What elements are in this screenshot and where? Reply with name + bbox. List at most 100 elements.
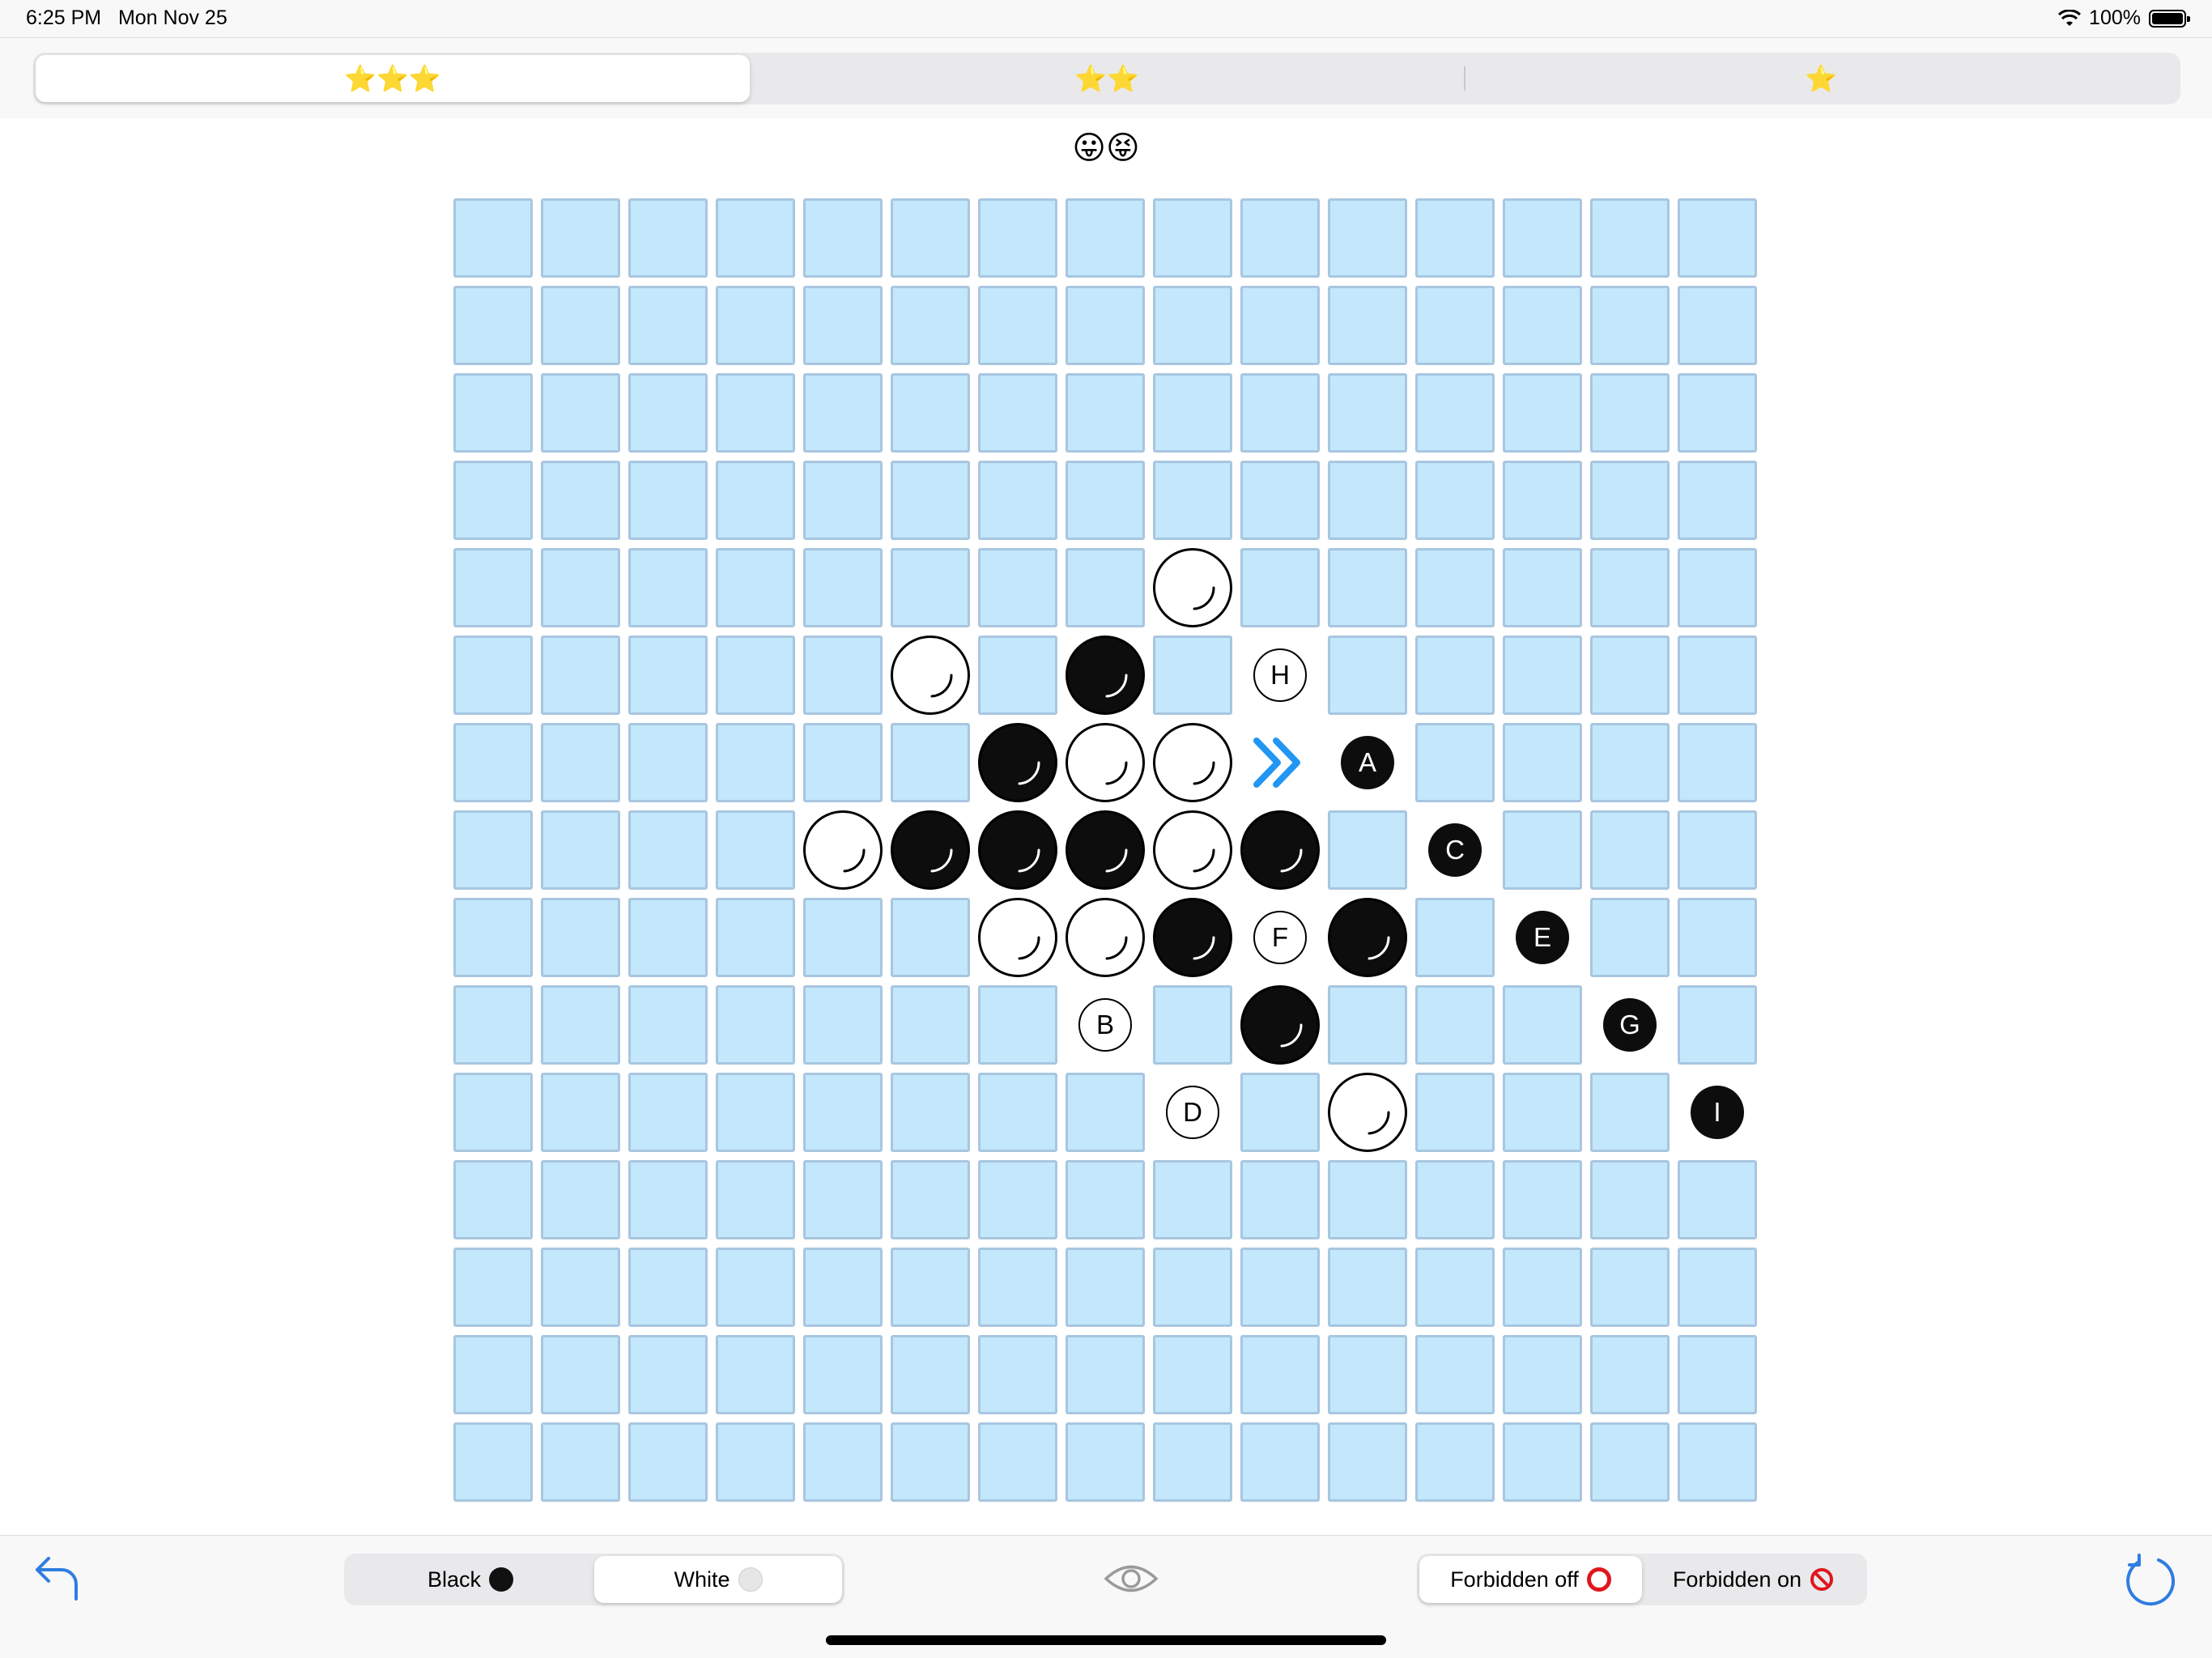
board-cell[interactable]: [1153, 1248, 1232, 1327]
board-cell[interactable]: [1415, 723, 1495, 802]
board-cell[interactable]: [716, 898, 795, 977]
board-cell[interactable]: [716, 985, 795, 1065]
board-cell[interactable]: [1590, 373, 1670, 453]
board-cell[interactable]: [628, 1335, 708, 1414]
board-cell[interactable]: [628, 548, 708, 627]
board-cell[interactable]: [978, 286, 1057, 365]
board-cell[interactable]: [1415, 1422, 1495, 1502]
board-cell[interactable]: [891, 1422, 970, 1502]
redo-icon[interactable]: [2121, 1552, 2180, 1610]
board-cell[interactable]: [628, 636, 708, 715]
move-hint-c[interactable]: C: [1428, 823, 1482, 877]
board-cell[interactable]: [1066, 461, 1145, 540]
board-cell[interactable]: [1066, 286, 1145, 365]
board-cell[interactable]: [1590, 198, 1670, 278]
board-cell[interactable]: [1153, 198, 1232, 278]
board-cell[interactable]: [628, 810, 708, 890]
board-cell[interactable]: [1590, 723, 1670, 802]
board-cell[interactable]: [1503, 1335, 1582, 1414]
board-cell[interactable]: [453, 1335, 533, 1414]
board-cell[interactable]: [453, 548, 533, 627]
board-cell[interactable]: [1328, 198, 1407, 278]
board-cell[interactable]: [891, 461, 970, 540]
board-cell[interactable]: [803, 1335, 883, 1414]
board-cell[interactable]: [628, 1248, 708, 1327]
board-cell[interactable]: [1503, 1073, 1582, 1152]
board-cell[interactable]: [1590, 898, 1670, 977]
board-cell[interactable]: [453, 1160, 533, 1239]
board-cell[interactable]: [978, 548, 1057, 627]
board-cell[interactable]: [628, 898, 708, 977]
board-cell[interactable]: [803, 1073, 883, 1152]
board-cell[interactable]: [453, 1248, 533, 1327]
board-cell[interactable]: [1153, 373, 1232, 453]
board-cell[interactable]: [453, 198, 533, 278]
board-cell[interactable]: [978, 985, 1057, 1065]
board-cell[interactable]: [1590, 810, 1670, 890]
board-cell[interactable]: [1240, 1335, 1320, 1414]
board-cell[interactable]: [1590, 1160, 1670, 1239]
board-cell[interactable]: [1153, 1160, 1232, 1239]
difficulty-tab-medium[interactable]: ⭐⭐: [750, 55, 1464, 102]
board-cell[interactable]: [1240, 286, 1320, 365]
board-cell[interactable]: [1503, 985, 1582, 1065]
board-cell[interactable]: [978, 1335, 1057, 1414]
move-hint-f[interactable]: F: [1253, 911, 1307, 964]
board-cell[interactable]: [1678, 373, 1757, 453]
board-cell[interactable]: [1415, 286, 1495, 365]
board-cell[interactable]: [1503, 723, 1582, 802]
board-cell[interactable]: [803, 548, 883, 627]
move-hint-h[interactable]: H: [1253, 648, 1307, 702]
board-cell[interactable]: [891, 898, 970, 977]
color-black-option[interactable]: Black: [347, 1556, 594, 1603]
board-cell[interactable]: [541, 1335, 620, 1414]
board-cell[interactable]: [1590, 461, 1670, 540]
board-cell[interactable]: [716, 723, 795, 802]
board-cell[interactable]: [1415, 985, 1495, 1065]
board-cell[interactable]: [1503, 1248, 1582, 1327]
board-cell[interactable]: [1678, 723, 1757, 802]
board-cell[interactable]: [1503, 461, 1582, 540]
board-cell[interactable]: [716, 286, 795, 365]
board-cell[interactable]: [1678, 1422, 1757, 1502]
board-cell[interactable]: [453, 1422, 533, 1502]
board-cell[interactable]: [1240, 1073, 1320, 1152]
board-cell[interactable]: [1066, 1422, 1145, 1502]
board-cell[interactable]: [628, 198, 708, 278]
board-cell[interactable]: [541, 1160, 620, 1239]
board-cell[interactable]: [628, 1160, 708, 1239]
board-cell[interactable]: [891, 1248, 970, 1327]
board-cell[interactable]: [1678, 636, 1757, 715]
board-cell[interactable]: [1678, 198, 1757, 278]
board-cell[interactable]: [1503, 373, 1582, 453]
board-cell[interactable]: [1328, 1160, 1407, 1239]
board-cell[interactable]: [716, 810, 795, 890]
board-cell[interactable]: [716, 636, 795, 715]
undo-icon[interactable]: [32, 1552, 84, 1604]
board-cell[interactable]: [891, 1160, 970, 1239]
forbidden-off-option[interactable]: Forbidden off: [1419, 1556, 1642, 1603]
board-cell[interactable]: [1678, 898, 1757, 977]
board-cell[interactable]: [1153, 461, 1232, 540]
board-cell[interactable]: [716, 548, 795, 627]
board-cell[interactable]: [1590, 1073, 1670, 1152]
board-cell[interactable]: [1153, 1422, 1232, 1502]
board-cell[interactable]: [1066, 1248, 1145, 1327]
board-cell[interactable]: [1678, 810, 1757, 890]
board-cell[interactable]: [453, 985, 533, 1065]
board-cell[interactable]: [1328, 286, 1407, 365]
board-cell[interactable]: [1503, 636, 1582, 715]
board-cell[interactable]: [1590, 1335, 1670, 1414]
board-cell[interactable]: [978, 373, 1057, 453]
board-cell[interactable]: [716, 1335, 795, 1414]
board-cell[interactable]: [716, 373, 795, 453]
board-cell[interactable]: [716, 1422, 795, 1502]
board-cell[interactable]: [1590, 1248, 1670, 1327]
board-cell[interactable]: [1415, 1073, 1495, 1152]
board-cell[interactable]: [628, 723, 708, 802]
board-cell[interactable]: [1415, 198, 1495, 278]
board-cell[interactable]: [978, 1248, 1057, 1327]
board-cell[interactable]: [1066, 1160, 1145, 1239]
board-cell[interactable]: [541, 286, 620, 365]
board-cell[interactable]: [1066, 198, 1145, 278]
